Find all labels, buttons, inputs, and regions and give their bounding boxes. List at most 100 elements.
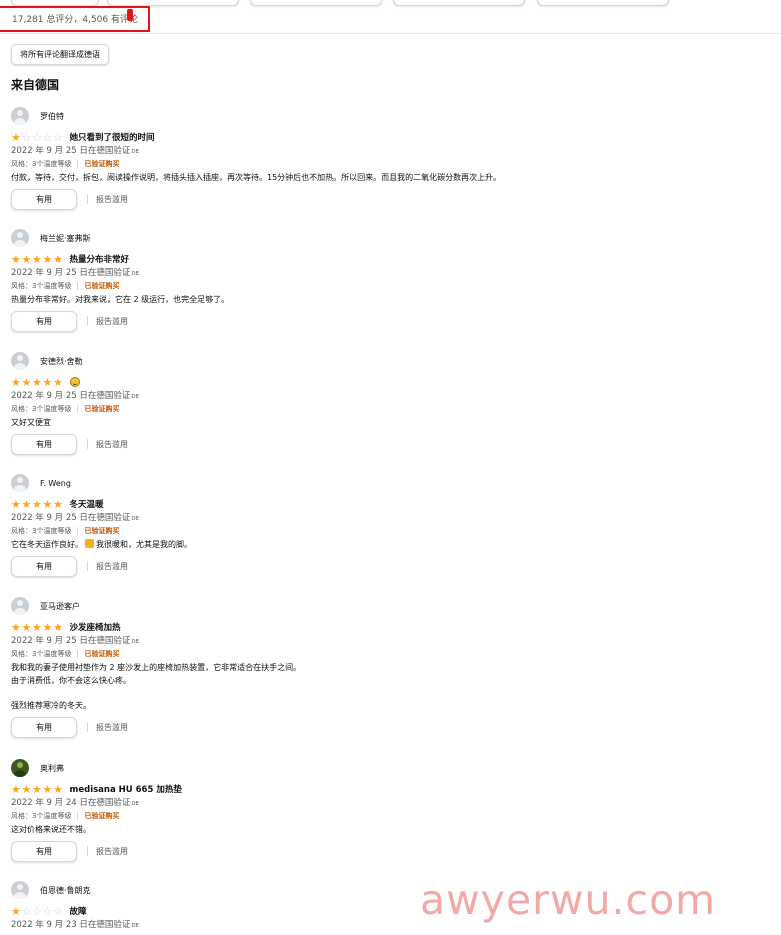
star-rating[interactable]: ★ ★ ★ ★ ★	[11, 784, 64, 795]
verified-purchase-badge: 已验证购买	[84, 811, 120, 820]
watermark: awyerwu.com	[420, 876, 717, 924]
star-icon: ★	[32, 620, 42, 634]
star-icon: ★	[53, 782, 63, 796]
review-title[interactable]: 故障	[70, 905, 87, 917]
star-icon: ★	[11, 620, 21, 634]
star-icon: ★	[11, 252, 21, 266]
star-rating[interactable]: ★ ★ ★ ★ ★	[11, 377, 64, 388]
report-abuse-link[interactable]: 报告滥用	[96, 846, 128, 857]
star-rating[interactable]: ★ ★ ★ ★ ★	[11, 622, 64, 633]
helpful-button[interactable]: 有用	[11, 555, 77, 577]
star-rating[interactable]: ★ ☆ ☆ ☆ ☆	[11, 906, 64, 917]
review-date-text: 2022 年 9 月 24 日在德国验证	[11, 798, 131, 808]
star-icon: ★	[42, 497, 53, 511]
star-icon: ★	[42, 375, 53, 389]
helpful-button[interactable]: 有用	[11, 310, 77, 332]
review-text: 由于消费低，你不会这么快心疼。	[11, 676, 131, 685]
star-icon: ☆	[21, 904, 32, 918]
review-style[interactable]: 风格：3个温度等级	[11, 281, 71, 291]
review-author[interactable]: 梅兰妮·塞弗斯	[40, 233, 91, 244]
star-icon: ☆	[32, 904, 42, 918]
helpful-button[interactable]: 有用	[11, 188, 77, 210]
star-rating[interactable]: ★ ★ ★ ★ ★	[11, 499, 64, 510]
star-icon: ★	[21, 782, 32, 796]
red-marker	[127, 9, 133, 21]
report-abuse-link[interactable]: 报告滥用	[96, 561, 128, 572]
verified-purchase-badge: 已验证购买	[84, 526, 120, 535]
star-icon: ★	[21, 620, 32, 634]
review-date: 2022 年 9 月 25 日在德国验证DE	[11, 267, 771, 279]
verified-purchase-badge: 已验证购买	[84, 404, 120, 413]
review-text-part: 我很暖和，尤其是我的脚。	[96, 540, 192, 549]
review-text: 我和我的妻子使用衬垫作为 2 座沙发上的座椅加热装置，它非常适合在扶手之间。	[11, 663, 302, 672]
country-code: DE	[131, 801, 140, 807]
review: F. Weng ★ ★ ★ ★ ★ 冬天温暖 2022 年 9 月 25 日在德国验证D…	[11, 474, 771, 577]
review-title[interactable]: 她只看到了很短的时间	[70, 131, 155, 143]
star-icon: ★	[21, 375, 32, 389]
report-abuse-link[interactable]: 报告滥用	[96, 722, 128, 733]
star-icon: ★	[21, 497, 32, 511]
review-title[interactable]: 沙发座椅加热	[70, 621, 121, 633]
review: 罗伯特 ★ ☆ ☆ ☆ ☆ 她只看到了很短的时间 2022 年 9 月 25 日在德国验…	[11, 107, 771, 210]
review-style[interactable]: 风格：3个温度等级	[11, 404, 71, 414]
review-body: 又好又便宜	[11, 416, 771, 429]
filter-button[interactable]	[393, 0, 525, 6]
star-icon: ★	[53, 497, 63, 511]
review: 梅兰妮·塞弗斯 ★ ★ ★ ★ ★ 热量分布非常好 2022 年 9 月 25 日在德国…	[11, 229, 771, 332]
country-code: DE	[131, 639, 140, 645]
star-icon: ☆	[42, 130, 53, 144]
review-style[interactable]: 风格：3个温度等级	[11, 649, 71, 659]
helpful-button[interactable]: 有用	[11, 433, 77, 455]
review-text: 强烈推荐寒冷的冬天。	[11, 701, 91, 710]
star-icon: ★	[11, 375, 21, 389]
star-icon: ☆	[42, 904, 53, 918]
review-style[interactable]: 风格：3个温度等级	[11, 159, 71, 169]
review-author[interactable]: 罗伯特	[40, 111, 64, 122]
review-author[interactable]: 伯恩德·鲁朗克	[40, 885, 91, 896]
country-code: DE	[131, 394, 140, 400]
thumbs-up-icon	[85, 539, 94, 548]
section-title: 来自德国	[11, 78, 60, 92]
report-abuse-link[interactable]: 报告滥用	[96, 316, 128, 327]
translate-all-button[interactable]: 将所有评论翻译成德语	[11, 44, 109, 65]
review-style[interactable]: 风格：3个温度等级	[11, 526, 71, 536]
filter-button[interactable]	[537, 0, 669, 6]
country-code: DE	[131, 516, 140, 522]
review-title[interactable]: 热量分布非常好	[70, 253, 130, 265]
helpful-button[interactable]: 有用	[11, 716, 77, 738]
review-date: 2022 年 9 月 25 日在德国验证DE	[11, 512, 771, 524]
review-author[interactable]: F. Weng	[40, 479, 71, 488]
report-abuse-link[interactable]: 报告滥用	[96, 439, 128, 450]
star-rating[interactable]: ★ ★ ★ ★ ★	[11, 254, 64, 265]
review-title[interactable]: medisana HU 665 加热垫	[70, 783, 182, 795]
star-icon: ★	[11, 497, 21, 511]
avatar	[11, 474, 29, 492]
review-date-text: 2022 年 9 月 25 日在德国验证	[11, 513, 131, 523]
star-icon: ☆	[53, 130, 63, 144]
review-author[interactable]: 奥利弗	[40, 763, 64, 774]
review-style[interactable]: 风格：3个温度等级	[11, 811, 71, 821]
star-icon: ☆	[32, 130, 42, 144]
review-author[interactable]: 亚马逊客户	[40, 601, 80, 612]
review-body: 这对价格来说还不错。	[11, 823, 771, 836]
review-body: 热量分布非常好。对我来说，它在 2 级运行，也完全足够了。	[11, 293, 771, 306]
star-rating[interactable]: ★ ☆ ☆ ☆ ☆	[11, 132, 64, 143]
avatar	[11, 107, 29, 125]
avatar	[11, 229, 29, 247]
avatar	[11, 759, 29, 777]
star-icon: ★	[53, 375, 63, 389]
separator	[87, 316, 88, 326]
review-text: 付款，等待，交付，拆包，阅读操作说明，将插头插入插座，再次等待。15分钟后也不加…	[11, 173, 502, 182]
filter-button[interactable]	[250, 0, 382, 6]
helpful-button[interactable]: 有用	[11, 840, 77, 862]
review-date: 2022 年 9 月 25 日在德国验证DE	[11, 390, 771, 402]
separator	[77, 649, 79, 658]
review: 安德烈·舍勒 ★ ★ ★ ★ ★ 2022 年 9 月 25 日在德国验证DE 风格：3…	[11, 352, 771, 455]
review-title[interactable]: 冬天温暖	[70, 498, 104, 510]
report-abuse-link[interactable]: 报告滥用	[96, 194, 128, 205]
review-author[interactable]: 安德烈·舍勒	[40, 356, 83, 367]
separator	[87, 439, 88, 449]
review-date: 2022 年 9 月 25 日在德国验证DE	[11, 145, 771, 157]
review: 亚马逊客户 ★ ★ ★ ★ ★ 沙发座椅加热 2022 年 9 月 25 日在德国验证D…	[11, 597, 771, 738]
